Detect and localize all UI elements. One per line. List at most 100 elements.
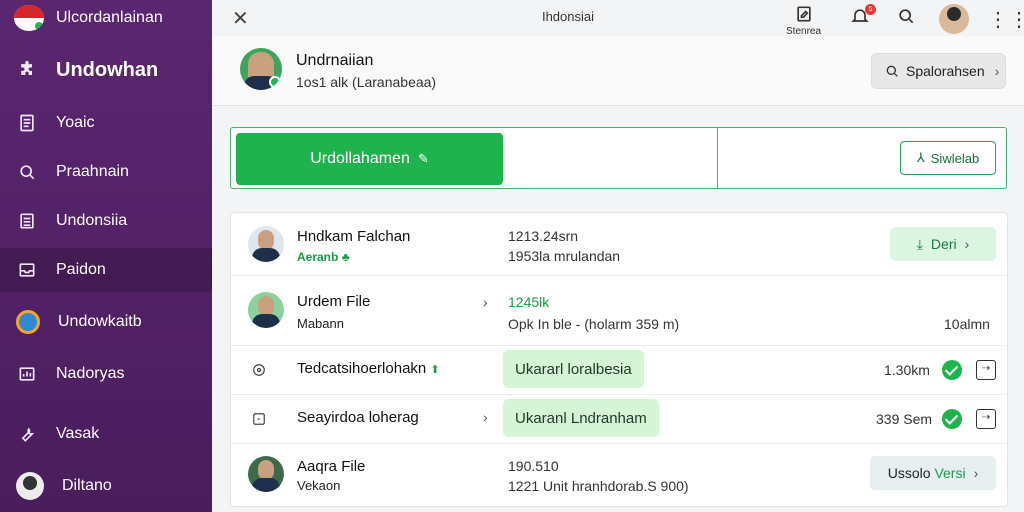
sidebar-item-label: Vasak bbox=[56, 425, 100, 442]
sidebar-item-nadoryas[interactable]: Nadoryas bbox=[0, 352, 212, 396]
top-bar: ✕ Ihdonsiai Stenrea 5 ⋮⋮ bbox=[212, 0, 1024, 37]
row-status-pill: Ukararl loralbesia bbox=[503, 350, 644, 388]
user-icon: ⅄ bbox=[916, 150, 925, 165]
profile-avatar[interactable] bbox=[240, 48, 282, 90]
sidebar-item-undonsiia[interactable]: Undonsiia bbox=[0, 199, 212, 243]
sidebar-item-label: Undowkaitb bbox=[58, 313, 142, 330]
row-avatar bbox=[248, 292, 284, 328]
list-item[interactable]: Tedcatsihoerlohakn ⬆ Ukararl loralbesia … bbox=[231, 346, 1007, 395]
pencil-icon: ✎ bbox=[417, 151, 429, 166]
sidebar-item-vasak[interactable]: Vasak bbox=[0, 412, 212, 456]
notifications-button[interactable]: 5 bbox=[850, 4, 876, 26]
sidebar-item-paidon[interactable]: Paidon bbox=[0, 248, 212, 292]
row-title: Hndkam Falchan bbox=[297, 228, 411, 245]
brand-name: Ulcordanlainan bbox=[56, 9, 163, 26]
window-title: Ihdonsiai bbox=[541, 9, 595, 24]
sidebar: Ulcordanlainan Undowhan Yoaic Praahnain … bbox=[0, 0, 212, 512]
search-icon bbox=[886, 65, 898, 77]
sidebar-item-yoaic[interactable]: Yoaic bbox=[0, 101, 212, 145]
main-panel: ✕ Ihdonsiai Stenrea 5 ⋮⋮ Undrnaiian 1os1… bbox=[212, 0, 1024, 512]
row-title: Seayirdoa loherag bbox=[297, 409, 419, 426]
file-list: Hndkam Falchan Aeranb ♣ 1213.24srn 1953l… bbox=[230, 212, 1008, 507]
sidebar-item-diltano[interactable]: Diltano bbox=[0, 464, 212, 508]
row-size: 339 Sem bbox=[876, 411, 933, 427]
profile-subtitle: 1os1 alk (Laranabeaa) bbox=[296, 74, 437, 90]
sidebar-item-label: Paidon bbox=[56, 261, 106, 278]
primary-action-label: Urdollahamen bbox=[310, 150, 410, 167]
puzzle-icon bbox=[16, 59, 38, 81]
row-action-label: Ussolo bbox=[887, 465, 931, 481]
profile-name: Undrnaiian bbox=[296, 52, 374, 69]
download-icon: ⤓ bbox=[916, 235, 923, 252]
settings-icon bbox=[249, 360, 269, 380]
row-action-button[interactable]: ⤓ Deri › bbox=[890, 227, 996, 261]
user-avatar[interactable] bbox=[939, 4, 969, 34]
wrench-icon bbox=[16, 423, 38, 445]
chart-icon bbox=[16, 363, 38, 385]
search-icon bbox=[899, 9, 914, 24]
secondary-action-button[interactable]: ⅄ Siwlelab bbox=[900, 141, 996, 175]
row-subtitle: Vekaon bbox=[297, 478, 341, 493]
upload-icon: ⬆ bbox=[430, 364, 440, 376]
row-detail-primary: 1245lk bbox=[508, 294, 550, 310]
more-options-icon[interactable]: ⋮⋮ bbox=[988, 7, 1024, 32]
sidebar-item-label: Yoaic bbox=[56, 114, 95, 131]
row-title: Tedcatsihoerlohakn bbox=[297, 360, 427, 377]
sidebar-item-undowkaitb[interactable]: Undowkaitb bbox=[0, 300, 212, 344]
list-item[interactable]: Urdem File Mabann › 1245lk Opk In ble - … bbox=[231, 276, 1007, 346]
row-size: 1.30km bbox=[884, 362, 930, 378]
edit-icon bbox=[796, 6, 811, 22]
external-link-icon[interactable]: ⇢ bbox=[976, 409, 996, 429]
row-subtitle: Mabann bbox=[297, 316, 344, 331]
row-action-version: Versi bbox=[934, 465, 966, 481]
close-icon[interactable]: ✕ bbox=[232, 6, 249, 31]
external-link-icon[interactable]: ⇢ bbox=[976, 360, 996, 380]
brand-logo-icon bbox=[14, 5, 44, 31]
chevron-right-icon[interactable]: › bbox=[483, 409, 488, 425]
row-action-button[interactable]: Ussolo Versi › bbox=[870, 456, 996, 490]
thumbs-up-icon: ♣ bbox=[341, 250, 350, 264]
list-item[interactable]: Aaqra File Vekaon 190.510 1221 Unit hran… bbox=[231, 444, 1007, 506]
row-detail-primary: 190.510 bbox=[508, 458, 559, 474]
row-detail-secondary: 1221 Unit hranhdorab.S 900) bbox=[508, 478, 689, 494]
inbox-icon bbox=[16, 259, 38, 281]
chevron-right-icon[interactable]: › bbox=[483, 294, 488, 310]
storage-button[interactable]: Stenrea bbox=[786, 4, 821, 37]
chevron-right-icon: › bbox=[973, 465, 979, 481]
chevron-right-icon: › bbox=[994, 63, 1000, 79]
avatar-icon bbox=[16, 472, 44, 500]
primary-action-button[interactable]: Urdollahamen ✎ bbox=[236, 133, 503, 185]
row-status-pill: Ukaranl Lndranham bbox=[503, 399, 659, 437]
profile-header: Undrnaiian 1os1 alk (Laranabeaa) Spalora… bbox=[212, 36, 1024, 106]
row-detail-secondary: Opk In ble - (holarm 359 m) bbox=[508, 316, 680, 332]
list-item[interactable]: Hndkam Falchan Aeranb ♣ 1213.24srn 1953l… bbox=[231, 213, 1007, 276]
list-item[interactable]: Seayirdoa loherag › Ukaranl Lndranham 33… bbox=[231, 395, 1007, 444]
check-icon bbox=[942, 409, 962, 429]
sidebar-item-label: Undowhan bbox=[56, 58, 159, 81]
sidebar-item-label: Nadoryas bbox=[56, 365, 125, 382]
profile-search-button[interactable]: Spalorahsen › bbox=[871, 53, 1006, 89]
row-avatar bbox=[248, 456, 284, 492]
sidebar-item-label: Diltano bbox=[62, 477, 112, 494]
brand[interactable]: Ulcordanlainan bbox=[14, 4, 163, 32]
row-detail-secondary: 1953la mrulandan bbox=[508, 248, 621, 264]
document-icon bbox=[16, 112, 38, 134]
sidebar-item-praahnain[interactable]: Praahnain bbox=[0, 150, 212, 194]
row-size: 10almn bbox=[944, 316, 990, 332]
profile-search-label: Spalorahsen bbox=[906, 63, 985, 79]
row-detail-primary: 1213.24srn bbox=[508, 228, 579, 244]
row-avatar bbox=[248, 226, 284, 262]
sidebar-item-label: Praahnain bbox=[56, 163, 129, 180]
sidebar-item-undowhan[interactable]: Undowhan bbox=[0, 48, 212, 92]
action-bar: Urdollahamen ✎ ⅄ Siwlelab bbox=[230, 127, 1007, 189]
sidebar-item-label: Undonsiia bbox=[56, 212, 128, 229]
search-button[interactable] bbox=[896, 6, 916, 26]
notification-badge: 5 bbox=[865, 4, 876, 15]
globe-icon bbox=[16, 310, 40, 334]
online-status-icon bbox=[269, 76, 281, 88]
row-action-label: Deri bbox=[930, 236, 957, 252]
secondary-action-label: Siwlelab bbox=[930, 150, 980, 166]
row-title: Aaqra File bbox=[297, 458, 366, 475]
row-title: Urdem File bbox=[297, 293, 371, 310]
chevron-right-icon: › bbox=[964, 236, 970, 252]
